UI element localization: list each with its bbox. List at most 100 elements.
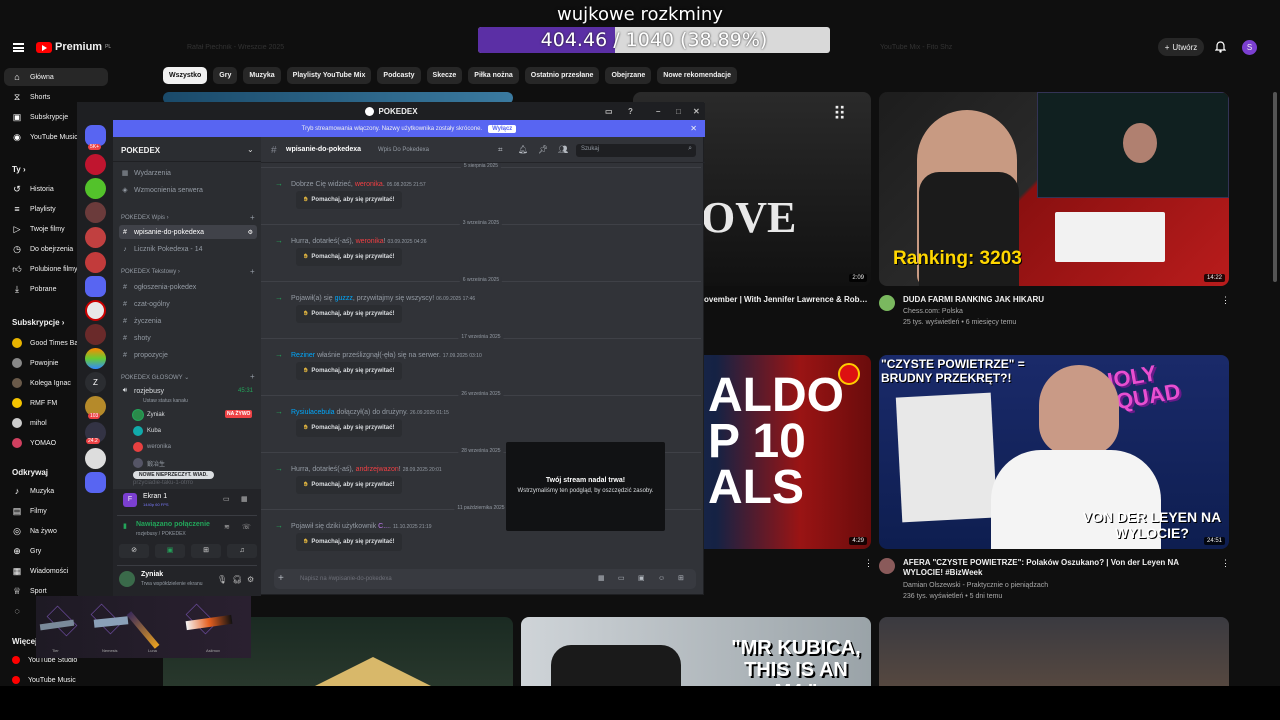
- server-icon[interactable]: [85, 324, 106, 345]
- settings-icon[interactable]: ⚙: [248, 229, 253, 236]
- chip[interactable]: Obejrzane: [605, 67, 652, 84]
- connection-status[interactable]: Nawiązano połączenie: [136, 521, 210, 528]
- connection-channel[interactable]: rozjebusy / POKEDEX: [136, 531, 186, 537]
- wave-button[interactable]: ✋︎ Pomachaj, aby się przywitać!: [296, 305, 403, 323]
- threads-icon[interactable]: ⌗: [498, 145, 503, 155]
- server-icon-pokedex[interactable]: [85, 300, 106, 321]
- wave-button[interactable]: ✋︎ Pomachaj, aby się przywitać!: [296, 191, 403, 209]
- username[interactable]: weronika: [356, 238, 384, 245]
- soundboard-icon[interactable]: ♫: [227, 544, 257, 558]
- sidebar-item-home[interactable]: ⌂ Główna: [4, 68, 108, 86]
- voice-status[interactable]: Ustaw status kanału: [143, 398, 188, 404]
- avatar[interactable]: S: [1242, 40, 1257, 55]
- chip[interactable]: Ostatnio przesłane: [524, 67, 600, 84]
- channel-item[interactable]: # propozycje: [119, 348, 257, 362]
- page-scrollbar[interactable]: [1273, 92, 1277, 282]
- boosts-item[interactable]: ◈ Wzmocnienia serwera: [119, 183, 257, 197]
- wave-button[interactable]: ✋︎ Pomachaj, aby się przywitać!: [296, 419, 403, 437]
- wave-button[interactable]: ✋︎ Pomachaj, aby się przywitać!: [296, 533, 403, 551]
- help-icon[interactable]: ?: [628, 103, 633, 120]
- server-icon[interactable]: [85, 348, 106, 369]
- create-button[interactable]: + Utwórz: [1158, 38, 1204, 56]
- server-icon[interactable]: [85, 227, 106, 248]
- unread-pill[interactable]: NOWE NIEPRZECZYT. WIAD.: [133, 471, 214, 479]
- chip[interactable]: Wszystko: [163, 67, 208, 84]
- channel-item[interactable]: # czat-ogólny: [119, 297, 257, 311]
- more-options-icon[interactable]: ⋮: [864, 558, 873, 569]
- pin-icon[interactable]: 📌︎: [538, 145, 548, 154]
- video-title[interactable]: AFERA "CZYSTE POWIETRZE": Polaków Oszuka…: [903, 558, 1218, 578]
- channel-wpisanie[interactable]: # wpisanie-do-pokedexa ⚙: [119, 225, 257, 239]
- chevron-down-icon[interactable]: ⌄: [247, 145, 254, 154]
- server-icon[interactable]: [85, 154, 106, 175]
- sticker-icon[interactable]: ▣: [638, 569, 645, 589]
- close-icon[interactable]: ✕: [690, 124, 697, 133]
- channel-item[interactable]: # shoty: [119, 331, 257, 345]
- category-header[interactable]: POKEDEX Tekstowy ›: [121, 269, 180, 275]
- video-title[interactable]: ovember | With Jennifer Lawrence & Rober…: [704, 295, 869, 305]
- voice-user[interactable]: Zyniak: [133, 410, 165, 420]
- maximize-icon[interactable]: □: [676, 103, 681, 120]
- bell-icon[interactable]: 🔔︎: [518, 145, 528, 154]
- user-name[interactable]: Zyniak: [141, 571, 163, 578]
- headphones-icon[interactable]: 🎧︎: [232, 575, 242, 584]
- chip[interactable]: Piłka nożna: [468, 67, 519, 84]
- grid-icon[interactable]: ▦: [241, 495, 248, 503]
- close-icon[interactable]: ✕: [693, 103, 700, 120]
- server-icon[interactable]: [85, 202, 106, 223]
- youtube-logo[interactable]: Premium PL: [36, 41, 111, 53]
- direct-messages-icon[interactable]: [85, 125, 106, 146]
- video-title[interactable]: DUDA FARMI RANKING JAK HIKARU: [903, 295, 1213, 305]
- chip[interactable]: Skecze: [426, 67, 463, 84]
- video-thumbnail[interactable]: "CZYSTE POWIETRZE" = BRUDNY PRZEKRĘT?! H…: [879, 355, 1229, 549]
- settings-icon[interactable]: ⚙: [247, 575, 254, 584]
- gift-icon[interactable]: ▦: [598, 569, 605, 589]
- menu-icon[interactable]: [13, 43, 24, 52]
- server-icon[interactable]: Z: [85, 372, 106, 393]
- add-channel-icon[interactable]: +: [250, 372, 255, 381]
- microphone-icon[interactable]: 🎙︎: [217, 575, 227, 584]
- add-attachment-icon[interactable]: +: [278, 569, 284, 589]
- sidebar-section-subscriptions[interactable]: Subskrypcje ›: [12, 318, 64, 327]
- chip[interactable]: Muzyka: [243, 67, 281, 84]
- username[interactable]: Rysiulacebula: [291, 409, 335, 416]
- username[interactable]: weronika: [355, 181, 383, 188]
- video-thumbnail[interactable]: [879, 617, 1229, 697]
- add-channel-icon[interactable]: +: [250, 267, 255, 276]
- channel-item[interactable]: # ogłoszenia-pokedex: [119, 280, 257, 294]
- server-name[interactable]: POKEDEX: [121, 146, 160, 155]
- wave-button[interactable]: ✋︎ Pomachaj, aby się przywitać!: [296, 248, 403, 266]
- channel-topic[interactable]: Wpis Do Pokedexa: [378, 147, 429, 153]
- message-input[interactable]: + Napisz na #wpisanie-do-pokedexa ▦ ▭ ▣ …: [274, 569, 696, 589]
- screenshare-icon[interactable]: ▣: [155, 544, 185, 558]
- chip[interactable]: Nowe rekomendacje: [657, 67, 737, 84]
- folder-icon[interactable]: [85, 472, 106, 493]
- channel-avatar[interactable]: [879, 295, 895, 311]
- server-icon[interactable]: [85, 252, 106, 273]
- chip[interactable]: Playlisty YouTube Mix: [286, 67, 372, 84]
- more-options-icon[interactable]: ⋮: [1221, 558, 1230, 569]
- inbox-icon[interactable]: ▭: [605, 103, 613, 120]
- username[interactable]: Reziner: [291, 352, 315, 359]
- category-header[interactable]: POKEDEX Wpis ›: [121, 215, 169, 221]
- sidebar-section-you[interactable]: Ty ›: [12, 165, 26, 174]
- user-avatar[interactable]: [119, 571, 135, 587]
- add-channel-icon[interactable]: +: [250, 213, 255, 222]
- server-icon[interactable]: [85, 178, 106, 199]
- more-options-icon[interactable]: ⋮: [1221, 295, 1230, 306]
- username[interactable]: andrzejwazon: [356, 466, 399, 473]
- gif-icon[interactable]: ▭: [618, 569, 625, 589]
- stream-name[interactable]: Ekran 1: [143, 493, 167, 500]
- channel-item[interactable]: # życzenia: [119, 314, 257, 328]
- folder-icon[interactable]: [85, 276, 106, 297]
- username[interactable]: C...: [378, 523, 389, 530]
- screen-icon[interactable]: ▭: [223, 495, 230, 503]
- video-channel[interactable]: Chess.com: Polska: [903, 307, 963, 317]
- wave-button[interactable]: ✋︎ Pomachaj, aby się przywitać!: [296, 476, 403, 494]
- events-item[interactable]: ▦ Wydarzenia: [119, 166, 257, 180]
- category-header[interactable]: POKEDEX GŁOSOWY ⌄: [121, 374, 189, 381]
- voice-channel[interactable]: 🔊︎ rozjebusy 45:31: [119, 384, 257, 398]
- app-launcher-icon[interactable]: ⊞: [678, 569, 684, 589]
- minimize-icon[interactable]: –: [656, 103, 660, 120]
- disconnect-icon[interactable]: ☏: [242, 523, 251, 531]
